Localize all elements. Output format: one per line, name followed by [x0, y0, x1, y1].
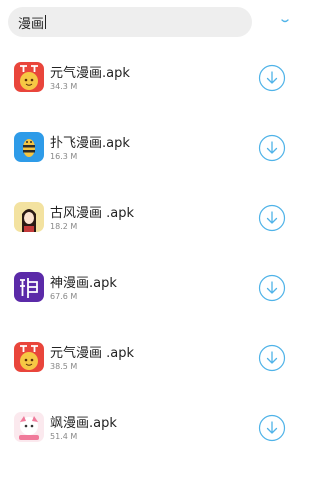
- app-list-item[interactable]: 元气漫画.apk 34.3 M: [0, 44, 300, 114]
- app-list-item[interactable]: 扑飞漫画.apk 16.3 M: [0, 114, 300, 184]
- download-icon: [258, 204, 286, 232]
- app-size: 16.3 M: [50, 152, 78, 161]
- app-list-item[interactable]: 神漫画.apk 67.6 M: [0, 254, 300, 324]
- sa-manhua-app-icon: [14, 412, 44, 442]
- app-size: 51.4 M: [50, 432, 78, 441]
- shen-manhua-app-icon: [14, 272, 44, 302]
- download-button[interactable]: [258, 344, 286, 372]
- download-icon: [258, 134, 286, 162]
- gufeng-manhua-app-icon: [14, 202, 44, 232]
- download-button[interactable]: [258, 274, 286, 302]
- app-name: 飒漫画.apk: [50, 416, 117, 431]
- download-icon: [258, 344, 286, 372]
- app-name: 古风漫画 .apk: [50, 206, 135, 221]
- text-cursor: [45, 15, 47, 29]
- search-input[interactable]: 漫画: [8, 7, 252, 37]
- pufei-manhua-app-icon: [14, 132, 44, 162]
- download-button[interactable]: [258, 134, 286, 162]
- app-size: 38.5 M: [50, 362, 78, 371]
- download-button[interactable]: [258, 64, 286, 92]
- yuanqi-manhua-app-icon: [14, 62, 44, 92]
- yuanqi-manhua-app-icon: [14, 342, 44, 372]
- app-name: 神漫画.apk: [50, 276, 117, 291]
- app-size: 67.6 M: [50, 292, 78, 301]
- app-name: 元气漫画 .apk: [50, 346, 135, 361]
- download-icon: [258, 414, 286, 442]
- app-list-item[interactable]: 古风漫画 .apk 18.2 M: [0, 184, 300, 254]
- download-icon: [258, 274, 286, 302]
- app-list-item[interactable]: 飒漫画.apk 51.4 M: [0, 394, 300, 464]
- app-name: 元气漫画.apk: [50, 66, 130, 81]
- download-icon: [258, 64, 286, 92]
- app-size: 34.3 M: [50, 82, 78, 91]
- search-action-icon[interactable]: [278, 13, 292, 27]
- app-list-item[interactable]: 元气漫画 .apk 38.5 M: [0, 324, 300, 394]
- download-button[interactable]: [258, 204, 286, 232]
- app-size: 18.2 M: [50, 222, 78, 231]
- download-button[interactable]: [258, 414, 286, 442]
- app-name: 扑飞漫画.apk: [50, 136, 130, 151]
- search-query-text: 漫画: [18, 16, 45, 32]
